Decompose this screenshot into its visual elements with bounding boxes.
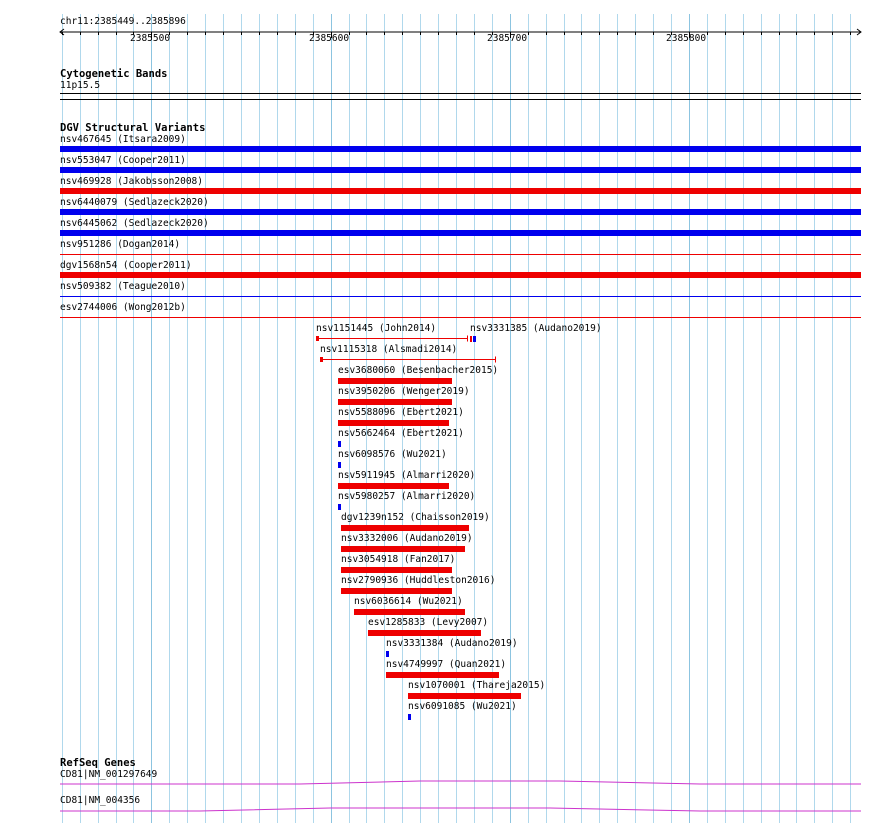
variant-bar[interactable]: [368, 630, 481, 636]
variant-span[interactable]: [316, 335, 469, 343]
cytoband-line[interactable]: [60, 99, 861, 100]
variant-label: dgv1239n152 (Chaisson2019): [341, 512, 490, 523]
variant-bar[interactable]: [60, 188, 861, 194]
genome-browser-view: chr11:2385449..2385896 2385500 2385600 2…: [0, 0, 890, 823]
variant-tick[interactable]: [338, 462, 341, 468]
variant-bar[interactable]: [60, 317, 861, 318]
variant-tick[interactable]: [338, 441, 341, 447]
variant-bar[interactable]: [60, 254, 861, 255]
variant-label: esv3680060 (Besenbacher2015): [338, 365, 499, 376]
variant-bar[interactable]: [354, 609, 465, 615]
variant-label: nsv6098576 (Wu2021): [338, 449, 447, 460]
variant-label: nsv3331384 (Audano2019): [386, 638, 518, 649]
variant-label: nsv1070001 (Thareja2015): [408, 680, 546, 691]
variant-label: nsv6445062 (Sedlazeck2020): [60, 218, 209, 229]
dgv-track-title[interactable]: DGV Structural Variants: [60, 122, 205, 134]
variant-bar[interactable]: [408, 693, 521, 699]
variant-label: nsv5662464 (Ebert2021): [338, 428, 464, 439]
transcript-line[interactable]: [0, 778, 890, 790]
variant-bar[interactable]: [341, 525, 469, 531]
variant-label: nsv5980257 (Almarri2020): [338, 491, 476, 502]
variant-label: dgv1568n54 (Cooper2011): [60, 260, 192, 271]
variant-bar[interactable]: [60, 272, 861, 278]
variant-label: nsv5588096 (Ebert2021): [338, 407, 464, 418]
variant-bar[interactable]: [60, 167, 861, 173]
variant-label: nsv2790936 (Huddleston2016): [341, 575, 496, 586]
variant-label: nsv6440079 (Sedlazeck2020): [60, 197, 209, 208]
variant-tick[interactable]: [470, 336, 472, 342]
variant-tick[interactable]: [386, 651, 389, 657]
variant-label: nsv3950206 (Wenger2019): [338, 386, 470, 397]
variant-bar[interactable]: [338, 483, 449, 489]
variant-bar[interactable]: [341, 567, 452, 573]
variant-label: nsv3054918 (Fan2017): [341, 554, 456, 565]
variant-label: nsv553047 (Cooper2011): [60, 155, 186, 166]
ruler-tick-label: 2385800: [666, 33, 707, 44]
variant-label: nsv509382 (Teague2010): [60, 281, 186, 292]
variant-bar[interactable]: [338, 378, 452, 384]
variant-label: nsv951286 (Dogan2014): [60, 239, 181, 250]
variant-label: nsv469928 (Jakobsson2008): [60, 176, 203, 187]
variant-bar[interactable]: [60, 209, 861, 215]
variant-label: nsv6091085 (Wu2021): [408, 701, 517, 712]
variant-tick[interactable]: [408, 714, 411, 720]
cytoband-track-title[interactable]: Cytogenetic Bands: [60, 68, 167, 80]
variant-label: nsv1151445 (John2014): [316, 323, 437, 334]
variant-bar[interactable]: [341, 588, 452, 594]
variant-label: nsv4749997 (Quan2021): [386, 659, 507, 670]
ruler-tick-label: 2385700: [487, 33, 528, 44]
ruler-tick-label: 2385600: [309, 33, 350, 44]
cytoband-line[interactable]: [60, 93, 861, 94]
variant-bar[interactable]: [338, 399, 452, 405]
variant-tick[interactable]: [473, 336, 476, 342]
variant-bar[interactable]: [338, 420, 449, 426]
variant-bar[interactable]: [341, 546, 465, 552]
variant-tick[interactable]: [338, 504, 341, 510]
variant-label: nsv1115318 (Alsmadi2014): [320, 344, 458, 355]
cytoband-label: 11p15.5: [60, 80, 101, 91]
variant-label: nsv5911945 (Almarri2020): [338, 470, 476, 481]
variant-bar[interactable]: [386, 672, 499, 678]
variant-bar[interactable]: [60, 296, 861, 297]
variant-label: esv1285833 (Levy2007): [368, 617, 489, 628]
refseq-track-title[interactable]: RefSeq Genes: [60, 757, 136, 769]
variant-label: nsv467645 (Itsara2009): [60, 134, 186, 145]
ruler-tick-label: 2385500: [130, 33, 171, 44]
transcript-line[interactable]: [0, 803, 890, 815]
variant-bar[interactable]: [60, 230, 861, 236]
variant-bar[interactable]: [60, 146, 861, 152]
variant-label: esv2744006 (Wong2012b): [60, 302, 186, 313]
variant-span[interactable]: [320, 356, 497, 364]
variant-label: nsv6036614 (Wu2021): [354, 596, 463, 607]
variant-label: nsv3331385 (Audano2019): [470, 323, 602, 334]
variant-label: nsv3332006 (Audano2019): [341, 533, 473, 544]
